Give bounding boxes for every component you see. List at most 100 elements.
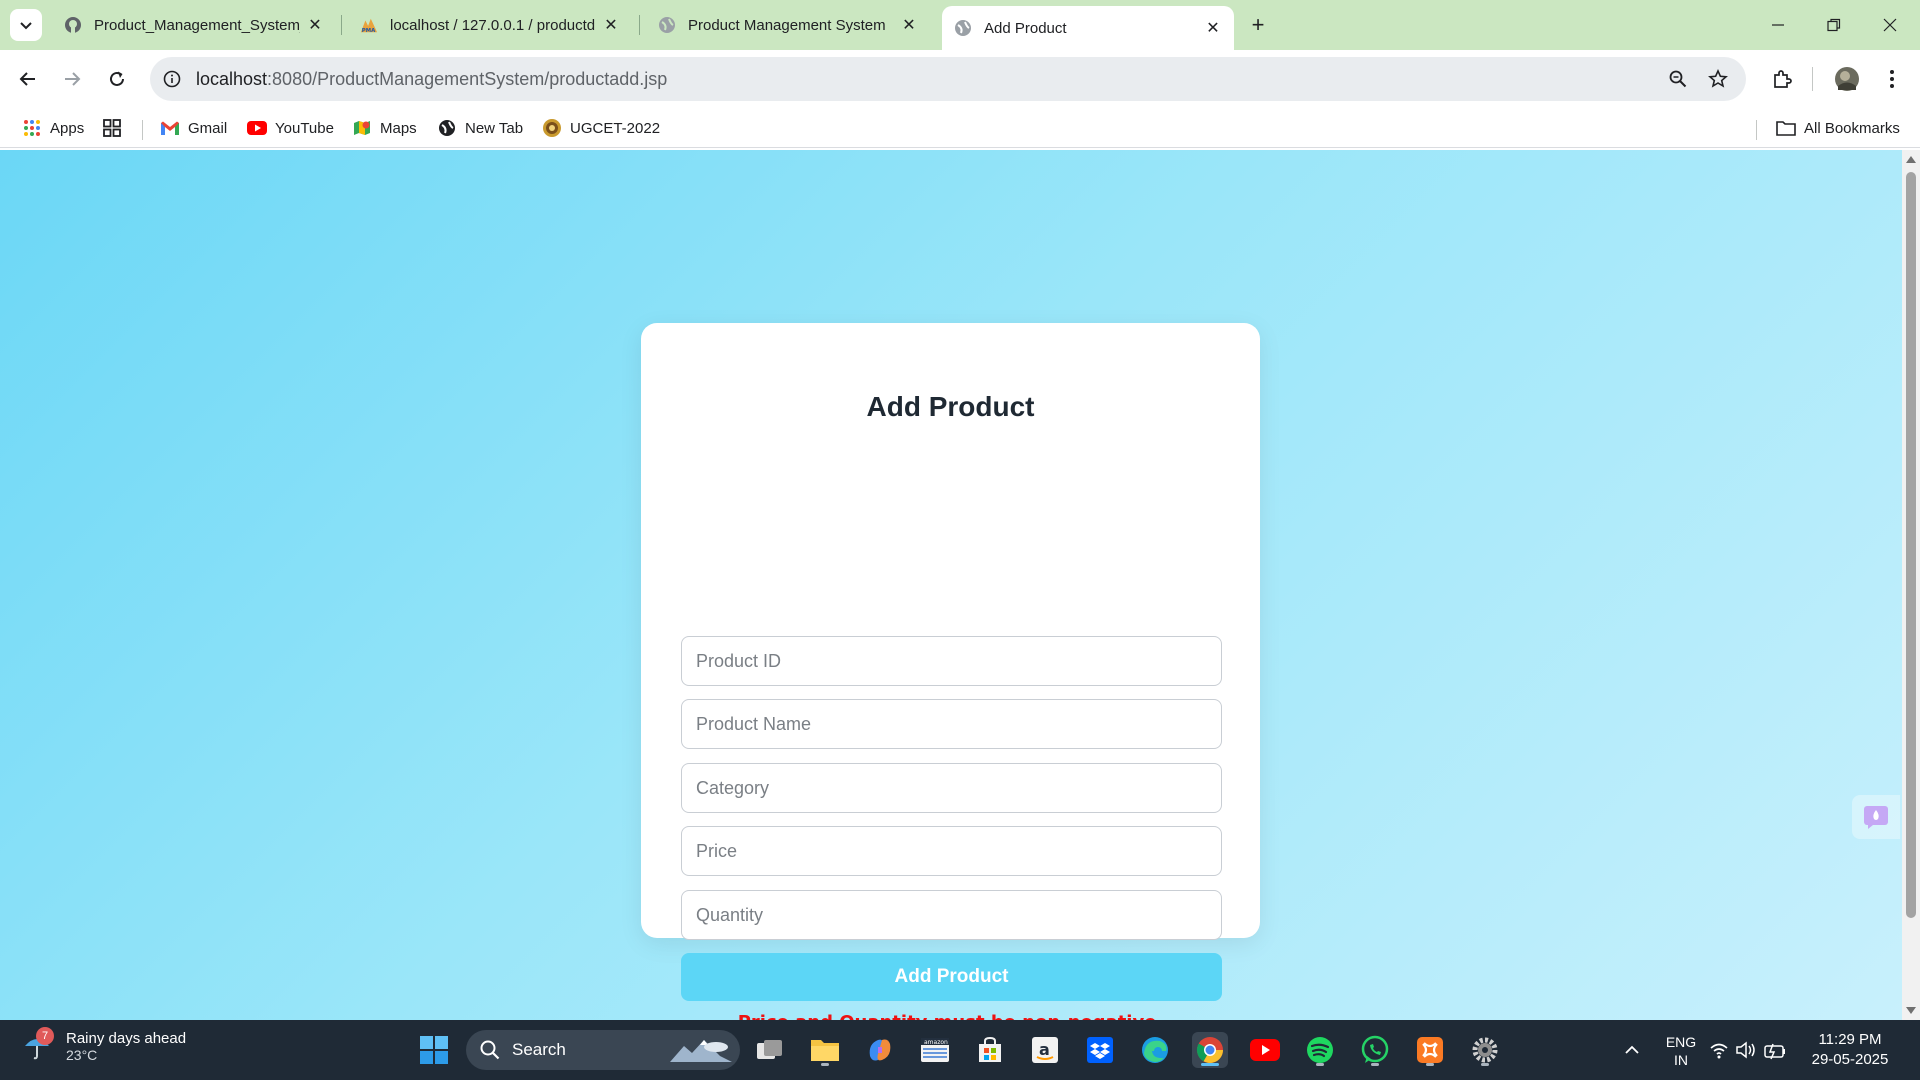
edge-icon [1142,1037,1168,1063]
bookmark-divider [1756,120,1757,140]
task-view-icon [757,1040,782,1059]
reload-icon [110,71,124,86]
globe-icon [954,19,972,37]
address-bar[interactable]: localhost:8080/ProductManagementSystem/p… [150,57,1746,101]
tab-search-button[interactable] [10,9,42,41]
restore-button[interactable] [1806,0,1862,50]
category-input[interactable] [681,763,1222,813]
site-info-icon[interactable] [160,67,184,91]
product-id-input[interactable] [681,636,1222,686]
running-indicator [1371,1063,1379,1066]
bookmark-label: UGCET-2022 [570,119,661,137]
amazon-button[interactable]: a [1027,1032,1063,1068]
tab-github[interactable]: Product_Management_System_ ✕ [52,8,336,42]
tab-divider [639,15,640,35]
amazon-app-button[interactable]: amazon [917,1032,953,1068]
running-indicator [1481,1063,1489,1066]
minimize-button[interactable] [1750,0,1806,50]
spotify-icon [1307,1037,1333,1063]
xampp-button[interactable] [1412,1032,1448,1068]
avatar-icon [1835,67,1859,91]
bookmark-tab-groups[interactable] [102,116,130,140]
taskbar-search[interactable]: Search [466,1030,740,1070]
amazon-icon: a [1032,1037,1058,1063]
running-indicator [1426,1063,1434,1066]
clock[interactable]: 11:29 PM 29-05-2025 [1808,1030,1892,1070]
scroll-thumb[interactable] [1906,172,1916,918]
bookmark-label: Gmail [188,119,228,137]
close-icon[interactable]: ✕ [900,16,918,34]
bookmark-new-tab[interactable]: New Tab [437,116,523,140]
new-tab-button[interactable]: + [1243,10,1273,40]
tray-overflow-button[interactable] [1614,1032,1650,1068]
extensions-button[interactable] [1764,61,1800,97]
tab-product-management[interactable]: Product Management System ✕ [646,8,930,42]
product-name-input[interactable] [681,699,1222,749]
close-icon[interactable]: ✕ [602,16,620,34]
maps-icon [352,118,372,138]
mountain-illustration-icon [670,1040,732,1062]
microsoft-store-button[interactable] [972,1032,1008,1068]
youtube-icon [1250,1039,1280,1061]
bookmark-maps[interactable]: Maps [352,116,417,140]
weather-widget[interactable]: 7 Rainy days ahead 23°C [22,1026,186,1063]
tab-add-product[interactable]: Add Product ✕ [942,6,1234,50]
side-widget-button[interactable] [1852,795,1900,839]
youtube-icon [247,118,267,138]
language-code: ENG [1665,1034,1697,1050]
chevron-up-icon [1625,1045,1639,1054]
bookmark-divider [142,120,143,140]
scroll-up-arrow-icon[interactable] [1906,156,1916,163]
bookmark-youtube[interactable]: YouTube [247,116,334,140]
start-button[interactable] [416,1032,452,1068]
bookmark-star-icon[interactable] [1706,67,1730,91]
bookmark-apps[interactable]: Apps [22,116,84,140]
bookmark-gmail[interactable]: Gmail [160,116,227,140]
edge-button[interactable] [1137,1032,1173,1068]
bookmark-ugcet[interactable]: UGCET-2022 [542,116,660,140]
close-icon[interactable]: ✕ [1204,19,1222,37]
chrome-button[interactable] [1192,1032,1228,1068]
zoom-icon[interactable] [1666,67,1690,91]
task-view-button[interactable] [752,1032,788,1068]
chat-icon [1864,806,1888,829]
add-product-card: Add Product Add Product Price and Quanti… [641,323,1260,1020]
reload-button[interactable] [99,61,135,97]
close-window-button[interactable] [1862,0,1918,50]
clock-date: 29-05-2025 [1811,1051,1889,1068]
active-indicator [1201,1063,1219,1066]
settings-button[interactable] [1467,1032,1503,1068]
restore-icon [1827,18,1841,32]
whatsapp-button[interactable] [1357,1032,1393,1068]
language-indicator[interactable]: ENG IN [1660,1033,1702,1069]
close-icon[interactable]: ✕ [306,16,324,34]
weather-temp: 23°C [66,1047,98,1063]
url-text[interactable]: localhost:8080/ProductManagementSystem/p… [196,69,667,90]
arrow-right-icon [65,72,81,86]
page-scrollbar[interactable] [1902,150,1920,1020]
tab-groups-icon [102,118,122,138]
copilot-button[interactable] [862,1032,898,1068]
price-input[interactable] [681,826,1222,876]
file-explorer-button[interactable] [807,1032,843,1068]
quick-settings-button[interactable] [1708,1032,1790,1068]
back-button[interactable] [10,61,46,97]
error-message: Price and Quantity must be non-negative. [641,1012,1260,1020]
gmail-icon [160,118,180,138]
add-product-button[interactable]: Add Product [681,953,1222,1001]
dropbox-button[interactable] [1082,1032,1118,1068]
profile-avatar[interactable] [1829,61,1865,97]
browser-toolbar: localhost:8080/ProductManagementSystem/p… [0,50,1920,108]
bookmark-all[interactable]: All Bookmarks [1776,116,1900,140]
svg-text:a: a [1039,1040,1050,1059]
forward-button[interactable] [54,61,90,97]
browser-menu-button[interactable] [1874,61,1910,97]
quantity-input[interactable] [681,890,1222,940]
more-vert-icon [1890,70,1894,88]
youtube-app-button[interactable] [1247,1032,1283,1068]
spotify-button[interactable] [1302,1032,1338,1068]
tab-title: localhost / 127.0.0.1 / productd [390,16,596,34]
tab-phpmyadmin[interactable]: PMA localhost / 127.0.0.1 / productd ✕ [348,8,632,42]
phpmyadmin-icon: PMA [360,16,378,34]
scroll-down-arrow-icon[interactable] [1906,1007,1916,1014]
